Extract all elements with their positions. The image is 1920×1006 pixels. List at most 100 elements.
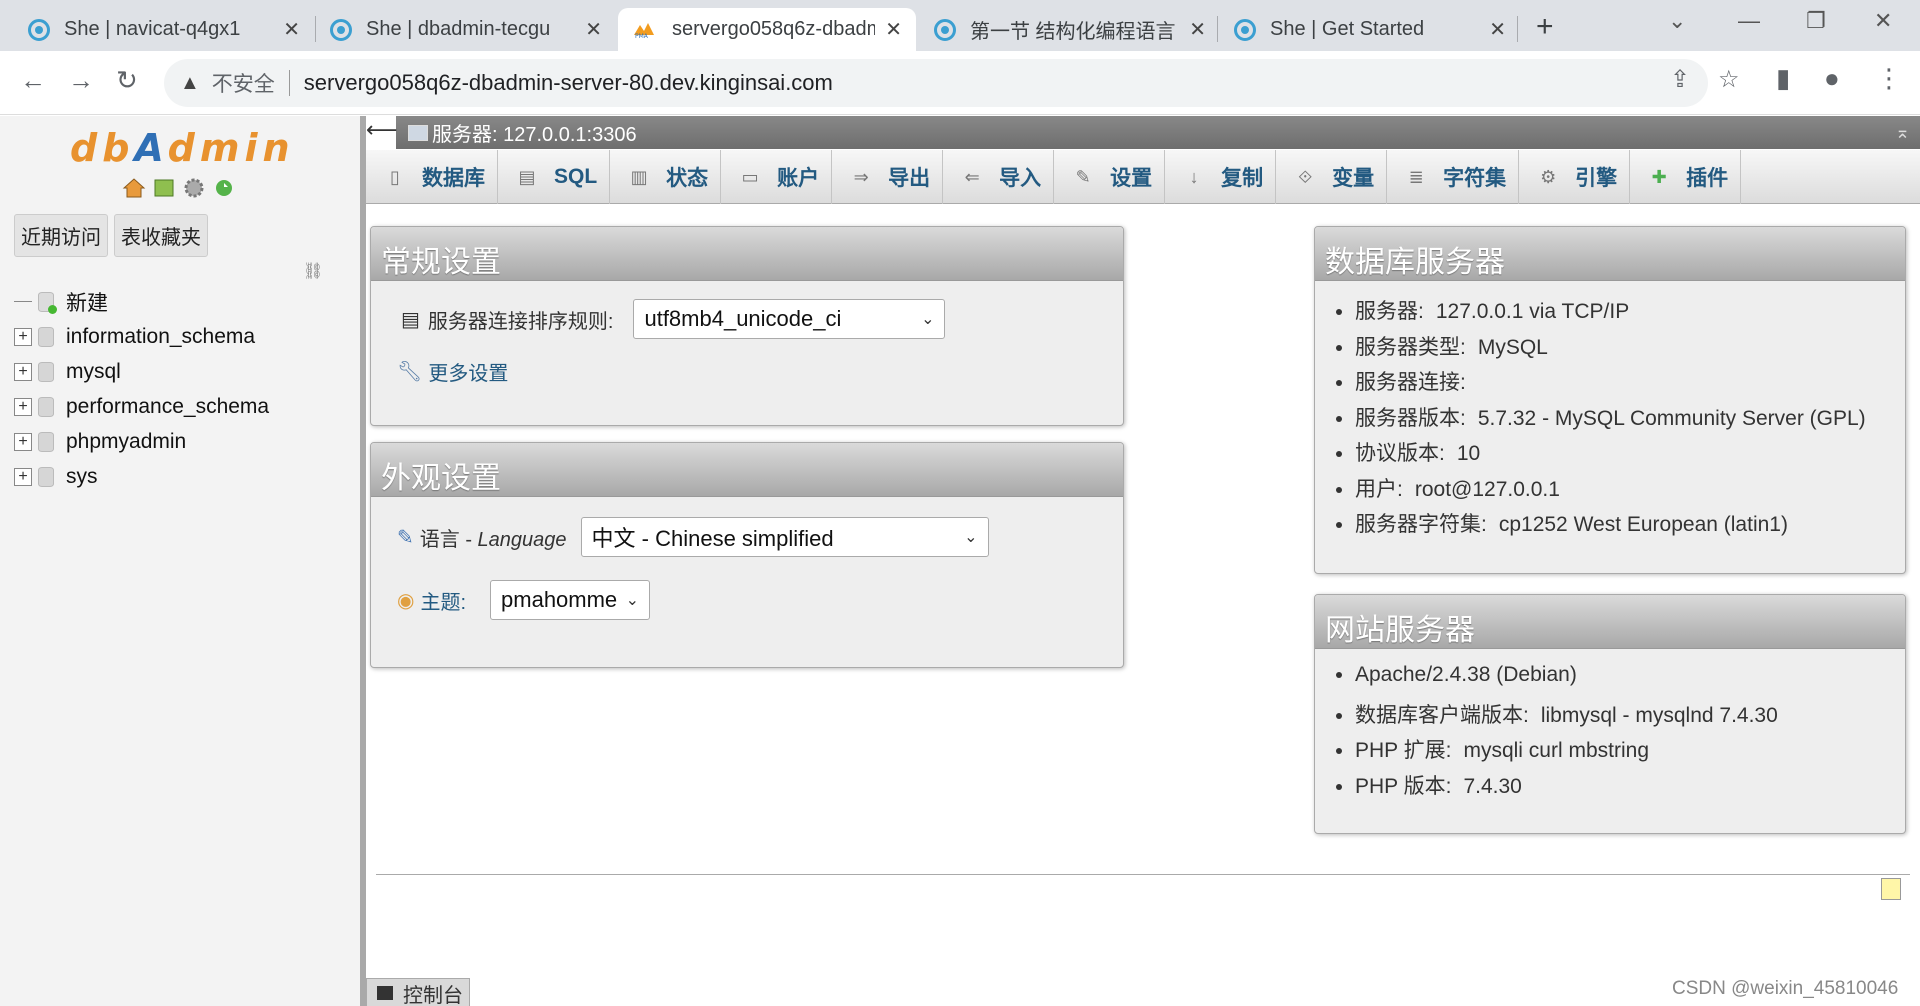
tab-status[interactable]: ▥ 状态 [610,150,722,204]
warning-icon[interactable]: ▲ [180,72,200,95]
bookmark-star-icon[interactable]: ☆ [1718,65,1740,94]
site-favicon-icon [28,18,50,41]
chevron-down-icon: ⌄ [964,529,978,546]
charset-icon: ≣ [1408,167,1424,187]
dbadmin-logo[interactable]: dbAdmin [70,126,295,170]
web-server-info: Apache/2.4.38 (Debian) 数据库客户端版本:libmysql… [1355,663,1778,805]
phpmyadmin-favicon-icon: PMA [634,22,654,39]
expand-icon[interactable]: + [14,467,32,486]
tab-export[interactable]: ⇒ 导出 [832,150,944,204]
database-item[interactable]: + information_schema [14,319,269,354]
console-toggle[interactable]: 控制台 [366,978,470,1006]
home-icon[interactable] [122,176,146,200]
new-database-icon [38,291,57,314]
close-tab-icon[interactable]: ✕ [1189,17,1206,42]
address-bar[interactable]: ▲ 不安全 servergo058q6z-dbadmin-server-80.d… [164,59,1708,107]
info-item: PHP 扩展:mysqli curl mbstring [1355,734,1778,770]
collation-select[interactable]: utf8mb4_unicode_ci ⌄ [633,299,946,339]
browser-tab[interactable]: She | dbadmin-tecgu ✕ [316,8,616,51]
theme-select[interactable]: pmahomme ⌄ [490,580,651,620]
tab-replication[interactable]: ↓ 复制 [1165,150,1277,204]
tab-sql[interactable]: ▤ SQL [498,150,611,204]
new-database-item[interactable]: 新建 [14,284,269,319]
restore-icon[interactable]: ❐ [1806,8,1826,34]
collapse-nav-icon[interactable]: ⟵ [366,116,398,149]
link-with-main-icon[interactable]: ⛓ [303,261,323,281]
profile-icon[interactable]: ● [1824,63,1840,94]
info-item: 服务器版本:5.7.32 - MySQL Community Server (G… [1355,402,1866,438]
forward-icon[interactable]: → [68,65,94,96]
refresh-icon[interactable] [212,176,236,200]
close-tab-icon[interactable]: ✕ [1489,17,1506,42]
main-content: ⟵ 服务器: 127.0.0.1:3306 ⌅ ▯ 数据库 ▤ SQL ▥ 状态 ▭ 账… [366,116,1920,1006]
general-settings-title: 常规设置 [371,227,1123,281]
browser-tab-active[interactable]: PMA servergo058q6z-dbadm ✕ [618,8,916,51]
database-icon [38,431,54,452]
tab-databases[interactable]: ▯ 数据库 [366,150,498,204]
more-settings-link[interactable]: 更多设置 [428,357,508,386]
new-tab-icon[interactable]: + [1536,10,1554,44]
general-settings-panel: 常规设置 ▤ 服务器连接排序规则: utf8mb4_unicode_ci ⌄ 🔧︎… [370,226,1124,426]
footer-divider [376,874,1910,875]
database-icon: ▯ [390,167,400,187]
server-breadcrumb: ⟵ 服务器: 127.0.0.1:3306 ⌅ [366,116,1920,149]
appearance-settings-panel: 外观设置 ✎ 语言 - Language 中文 - Chinese simpli… [370,442,1124,668]
expand-icon[interactable]: + [14,362,32,381]
collation-icon: ▤ [401,308,420,331]
sql-query-icon[interactable] [152,176,176,200]
menu-kebab-icon[interactable]: ⋮ [1876,63,1902,94]
tab-settings[interactable]: ✎ 设置 [1054,150,1166,204]
notepad-icon[interactable] [1881,878,1901,900]
close-window-icon[interactable]: ✕ [1874,8,1892,34]
expand-icon[interactable]: + [14,432,32,451]
sql-icon: ▤ [518,167,536,187]
info-item: 用户:root@127.0.0.1 [1355,473,1866,509]
theme-label[interactable]: 主题: [420,586,466,615]
browser-tab[interactable]: She | Get Started ✕ [1220,8,1520,51]
accounts-icon: ▭ [741,167,759,187]
recent-tab[interactable]: 近期访问 [14,214,108,257]
database-item[interactable]: + performance_schema [14,389,269,424]
side-panel-icon[interactable]: ▮ [1776,63,1790,94]
expand-icon[interactable]: + [14,327,32,346]
collation-label: 服务器连接排序规则: [427,310,614,333]
watermark: CSDN @weixin_45810046 [1672,978,1899,999]
tab-plugins[interactable]: ✚ 插件 [1630,150,1742,204]
url-text[interactable]: servergo058q6z-dbadmin-server-80.dev.kin… [304,70,833,96]
back-icon[interactable]: ← [20,65,46,96]
database-icon [38,326,54,347]
language-select[interactable]: 中文 - Chinese simplified ⌄ [580,517,989,557]
favorites-tab[interactable]: 表收藏夹 [114,214,208,257]
database-item[interactable]: + phpmyadmin [14,424,269,459]
info-item: 服务器类型:MySQL [1355,331,1866,367]
collapse-top-icon[interactable]: ⌅ [1895,122,1910,143]
site-favicon-icon [330,18,352,41]
insecure-label[interactable]: 不安全 [212,68,275,98]
tab-import[interactable]: ⇐ 导入 [943,150,1055,204]
tab-charsets[interactable]: ≣ 字符集 [1387,150,1520,204]
info-item: 服务器连接: [1355,366,1866,402]
expand-icon[interactable]: + [14,397,32,416]
tab-search-icon[interactable]: ⌄ [1668,8,1686,34]
language-icon: ✎ [397,526,414,549]
browser-tab[interactable]: She | navicat-q4gx1 ✕ [14,8,314,51]
tab-variables[interactable]: ⟐ 变量 [1276,150,1388,204]
browser-tab[interactable]: 第一节 结构化编程语言 - ✕ [920,8,1220,51]
server-label[interactable]: 服务器: 127.0.0.1:3306 [432,118,637,147]
close-tab-icon[interactable]: ✕ [283,17,300,42]
minimize-icon[interactable]: — [1738,8,1760,34]
tab-accounts[interactable]: ▭ 账户 [721,150,833,204]
database-server-title: 数据库服务器 [1315,227,1905,281]
share-icon[interactable]: ⇪ [1670,65,1690,94]
web-server-title: 网站服务器 [1315,595,1905,649]
database-item[interactable]: + mysql [14,354,269,389]
reload-icon[interactable]: ↻ [116,65,138,96]
site-favicon-icon [1234,18,1256,41]
svg-text:PMA: PMA [635,33,649,39]
tab-engines[interactable]: ⚙ 引擎 [1519,150,1631,204]
database-item[interactable]: + sys [14,459,269,494]
close-tab-icon[interactable]: ✕ [585,17,602,42]
gear-icon[interactable] [182,176,206,200]
close-tab-icon[interactable]: ✕ [885,17,902,42]
info-item: 协议版本:10 [1355,437,1866,473]
